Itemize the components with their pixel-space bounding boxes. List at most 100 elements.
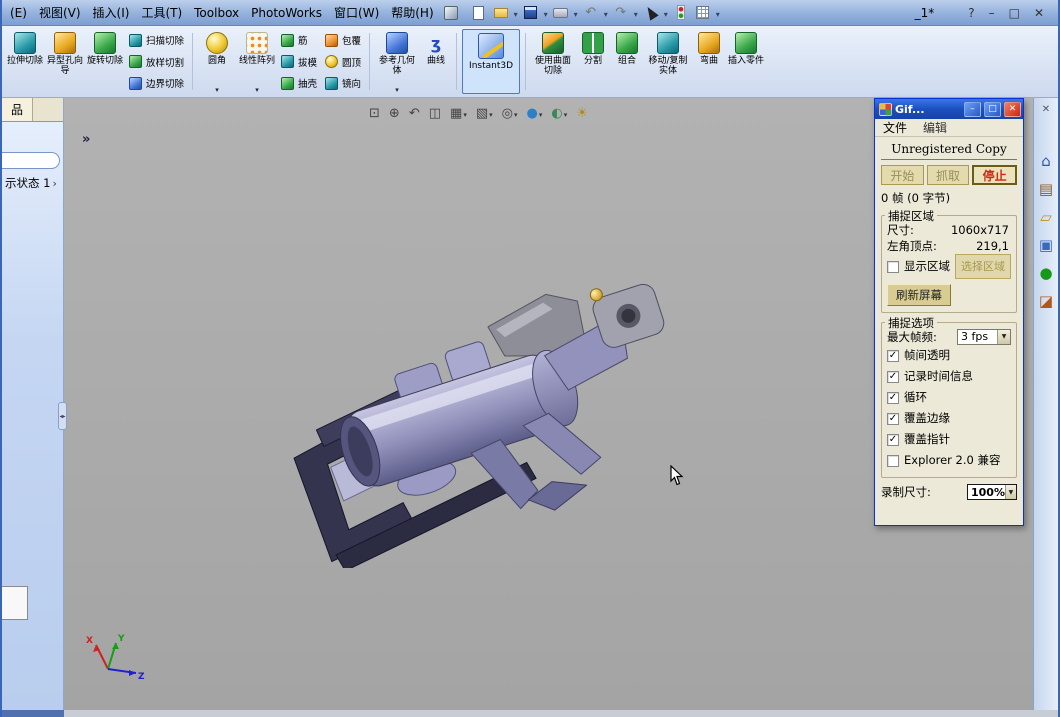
redo-icon[interactable] bbox=[612, 4, 630, 22]
split-button[interactable]: 分割 bbox=[577, 29, 609, 94]
move-copy-body-button[interactable]: 移动/复制实体 bbox=[645, 29, 691, 94]
record-time-info-checkbox[interactable]: ✓ 记录时间信息 bbox=[887, 366, 1011, 387]
lofted-cut-button[interactable]: 放样切割 bbox=[127, 53, 186, 71]
pointer-dropdown-icon[interactable] bbox=[664, 6, 668, 20]
appearance-palette-icon[interactable]: ◪ bbox=[1039, 293, 1053, 309]
undo-dropdown-icon[interactable] bbox=[604, 6, 608, 20]
boundary-cut-button[interactable]: 边界切除 bbox=[127, 74, 186, 92]
cut-with-surface-button[interactable]: 使用曲面切除 bbox=[531, 29, 575, 94]
gif-menu-edit[interactable]: 编辑 bbox=[923, 119, 947, 136]
print-dropdown-icon[interactable] bbox=[574, 6, 578, 20]
display-state-label[interactable]: 示状态 1 bbox=[5, 175, 57, 191]
fillet-dropdown-icon[interactable] bbox=[215, 86, 219, 94]
new-document-icon[interactable] bbox=[470, 4, 488, 22]
insert-part-button[interactable]: 插入零件 bbox=[727, 29, 765, 94]
pattern-dropdown-icon[interactable] bbox=[255, 86, 259, 94]
photoworks-ball-icon[interactable]: ● bbox=[1039, 265, 1052, 281]
save-icon[interactable] bbox=[522, 4, 540, 22]
bottom-scrollbar[interactable] bbox=[2, 710, 1058, 717]
grab-button[interactable]: 抓取 bbox=[926, 165, 970, 185]
rebuild-traffic-light-icon[interactable] bbox=[672, 4, 690, 22]
mirror-button[interactable]: 镜向 bbox=[323, 74, 363, 92]
rib-button[interactable]: 筋 bbox=[279, 31, 319, 49]
hole-wizard-button[interactable]: 异型孔向导 bbox=[46, 29, 84, 94]
select-area-button[interactable]: 选择区域 bbox=[955, 254, 1011, 279]
reference-geometry-dropdown-icon[interactable] bbox=[395, 86, 399, 94]
minimize-button[interactable]: – bbox=[989, 6, 995, 20]
draft-button[interactable]: 拔模 bbox=[279, 53, 319, 71]
extrude-cut-button[interactable]: 拉伸切除 bbox=[6, 29, 44, 94]
explorer-compat-checkbox[interactable]: Explorer 2.0 兼容 bbox=[887, 450, 1011, 471]
loop-checkbox[interactable]: ✓ 循环 bbox=[887, 387, 1011, 408]
linear-pattern-button[interactable]: 线性阵列 bbox=[238, 29, 276, 94]
cover-pointer-checkbox[interactable]: ✓ 覆盖指针 bbox=[887, 429, 1011, 450]
flex-button[interactable]: 弯曲 bbox=[693, 29, 725, 94]
instant3d-button[interactable]: Instant3D bbox=[462, 29, 521, 94]
open-dropdown-icon[interactable] bbox=[514, 6, 518, 20]
zoom-fit-icon[interactable]: ⊡ bbox=[369, 106, 380, 121]
hide-show-items-icon[interactable]: ◎ bbox=[502, 106, 518, 121]
file-explorer-icon[interactable]: ▱ bbox=[1040, 209, 1052, 225]
grid-dropdown-icon[interactable] bbox=[716, 6, 720, 20]
gif-menu-file[interactable]: 文件 bbox=[883, 119, 907, 136]
show-area-checkbox[interactable]: 显示区域 选择区域 bbox=[887, 254, 1011, 279]
edit-appearance-icon[interactable]: ● bbox=[527, 106, 543, 121]
menu-edit[interactable]: (E) bbox=[4, 3, 33, 23]
home-icon[interactable]: ⌂ bbox=[1041, 153, 1051, 169]
gif-maximize-button[interactable]: □ bbox=[984, 101, 1001, 117]
dome-button[interactable]: 圆顶 bbox=[323, 53, 363, 71]
gif-title-bar[interactable]: Gif... – □ ✕ bbox=[875, 99, 1023, 119]
reference-geometry-button[interactable]: 参考几何体 bbox=[375, 29, 419, 94]
section-view-icon[interactable]: ◫ bbox=[429, 106, 441, 121]
close-button[interactable]: ✕ bbox=[1034, 6, 1044, 20]
view-settings-icon[interactable]: ☀ bbox=[576, 106, 588, 121]
task-pane-close-icon[interactable]: ✕ bbox=[1042, 104, 1050, 115]
view-orientation-icon[interactable]: ▦ bbox=[450, 106, 467, 121]
revolve-cut-button[interactable]: 旋转切除 bbox=[86, 29, 124, 94]
record-size-dropdown[interactable]: 100% bbox=[967, 484, 1017, 500]
fps-dropdown[interactable]: 3 fps bbox=[957, 329, 1011, 345]
zoom-area-icon[interactable]: ⊕ bbox=[389, 106, 400, 121]
shell-button[interactable]: 抽壳 bbox=[279, 74, 319, 92]
panel-splitter-handle[interactable] bbox=[58, 402, 67, 430]
design-library-icon[interactable]: ▤ bbox=[1039, 181, 1053, 197]
select-pointer-icon[interactable] bbox=[642, 4, 660, 22]
sketch-grid-icon[interactable] bbox=[694, 4, 712, 22]
menu-photoworks[interactable]: PhotoWorks bbox=[245, 3, 328, 23]
start-button[interactable]: 开始 bbox=[881, 165, 924, 185]
menu-insert[interactable]: 插入(I) bbox=[87, 1, 136, 24]
menu-window[interactable]: 窗口(W) bbox=[328, 1, 385, 24]
fps-dropdown-arrow-icon[interactable] bbox=[997, 330, 1010, 344]
display-style-icon[interactable]: ▧ bbox=[476, 106, 493, 121]
wrap-button[interactable]: 包覆 bbox=[323, 31, 363, 49]
gif-minimize-button[interactable]: – bbox=[964, 101, 981, 117]
redo-dropdown-icon[interactable] bbox=[634, 6, 638, 20]
open-document-icon[interactable] bbox=[492, 4, 510, 22]
feature-tree-tab[interactable]: 品 bbox=[2, 98, 34, 121]
display-state-combo[interactable] bbox=[2, 152, 60, 169]
undo-icon[interactable] bbox=[582, 4, 600, 22]
curves-button[interactable]: ʒ 曲线 bbox=[421, 29, 451, 94]
save-dropdown-icon[interactable] bbox=[544, 6, 548, 20]
swept-cut-button[interactable]: 扫描切除 bbox=[127, 31, 186, 49]
fillet-button[interactable]: 圆角 bbox=[198, 29, 236, 94]
frame-transparency-checkbox[interactable]: ✓ 帧间透明 bbox=[887, 345, 1011, 366]
menu-tools[interactable]: 工具(T) bbox=[135, 1, 188, 24]
view-palette-icon[interactable]: ▣ bbox=[1039, 237, 1053, 253]
record-size-dropdown-arrow-icon[interactable] bbox=[1004, 485, 1016, 499]
gif-close-button[interactable]: ✕ bbox=[1004, 101, 1021, 117]
restore-button[interactable]: □ bbox=[1009, 6, 1020, 20]
expand-panel-button[interactable]: » bbox=[82, 132, 90, 147]
menu-toolbox[interactable]: Toolbox bbox=[188, 3, 245, 23]
apply-scene-icon[interactable]: ◐ bbox=[551, 106, 567, 121]
help-button[interactable]: ? bbox=[968, 6, 974, 20]
menu-view[interactable]: 视图(V) bbox=[33, 1, 87, 24]
combine-button[interactable]: 组合 bbox=[611, 29, 643, 94]
refresh-screen-button[interactable]: 刷新屏幕 bbox=[887, 284, 951, 306]
3d-model-part[interactable] bbox=[264, 278, 704, 568]
previous-view-icon[interactable]: ↶ bbox=[409, 106, 420, 121]
stop-button[interactable]: 停止 bbox=[972, 165, 1018, 185]
print-icon[interactable] bbox=[552, 4, 570, 22]
cover-edges-checkbox[interactable]: ✓ 覆盖边缘 bbox=[887, 408, 1011, 429]
menu-help[interactable]: 帮助(H) bbox=[385, 1, 439, 24]
